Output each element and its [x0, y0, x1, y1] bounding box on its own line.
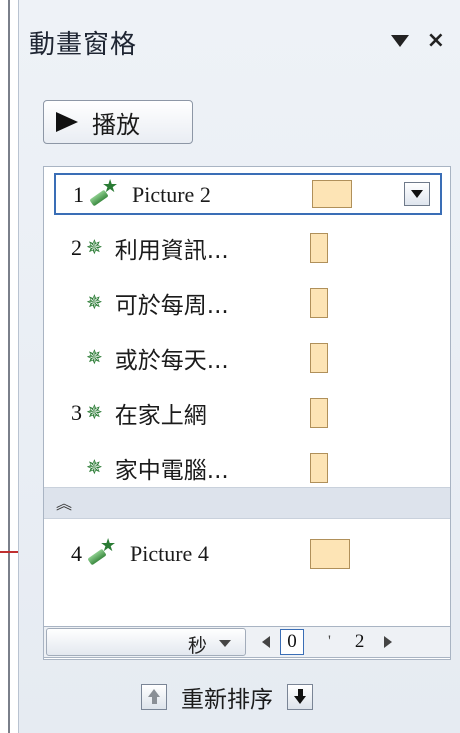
item-label: 家中電腦...: [114, 458, 229, 484]
play-button[interactable]: 播放: [43, 100, 193, 144]
animation-list: 1 ★ Picture 2 2 ✵ 利用資訊... ✵ 可於每周... ✵ 或於…: [43, 166, 451, 660]
pane-title: 動畫窗格: [29, 30, 138, 60]
item-number: 3: [71, 400, 82, 425]
item-label: 利用資訊...: [114, 238, 229, 264]
motion-path-star-icon: ★: [86, 535, 118, 567]
scroll-left-icon[interactable]: [262, 636, 270, 648]
list-item[interactable]: 2 ✵ 利用資訊...: [58, 225, 229, 271]
move-up-button[interactable]: [141, 684, 167, 710]
pane-options-icon[interactable]: [390, 35, 409, 47]
play-icon: [56, 112, 78, 132]
timing-bar[interactable]: [310, 233, 328, 263]
item-label: 可於每周...: [114, 293, 229, 319]
item-label: Picture 2: [132, 182, 211, 207]
close-icon[interactable]: ×: [427, 30, 445, 52]
motion-path-star-icon: ★: [88, 176, 120, 208]
item-dropdown-button[interactable]: [404, 182, 430, 206]
scroll-right-icon[interactable]: [384, 636, 393, 648]
chevron-down-icon: [411, 190, 423, 198]
green-star-icon: ✵: [86, 292, 103, 314]
play-button-label: 播放: [92, 110, 140, 139]
timing-bar[interactable]: [310, 453, 328, 483]
frame-divider: [8, 0, 10, 733]
reorder-controls: 重新排序: [141, 680, 313, 714]
green-star-icon: ✵: [86, 237, 103, 259]
move-down-button[interactable]: [287, 684, 313, 710]
timeline-tick: ': [328, 633, 331, 650]
timeline-bar: 秒 0 ' 2: [43, 626, 451, 658]
list-item[interactable]: ✵ 或於每天...: [58, 335, 229, 381]
list-item[interactable]: 1 ★ Picture 2: [54, 173, 442, 215]
list-item[interactable]: 4 ★ Picture 4: [58, 531, 209, 577]
timing-bar[interactable]: [312, 180, 352, 208]
item-label: 或於每天...: [114, 348, 229, 374]
item-number: 2: [71, 235, 82, 260]
item-number: 4: [71, 541, 82, 566]
green-star-icon: ✵: [86, 347, 103, 369]
green-star-icon: ✵: [86, 402, 103, 424]
item-number: 1: [73, 182, 84, 207]
timing-bar[interactable]: [310, 398, 328, 428]
timeline-end: 2: [354, 631, 365, 652]
timeline-start: 0: [280, 629, 304, 655]
left-frame: [0, 0, 18, 733]
item-label: 在家上網: [114, 403, 207, 429]
animation-pane: 動畫窗格 × 播放 1 ★ Picture 2 2 ✵ 利用資訊... ✵ 可於…: [18, 0, 460, 733]
timing-bar[interactable]: [310, 288, 328, 318]
collapse-chevrons-icon[interactable]: ︽: [56, 490, 72, 514]
timing-bar[interactable]: [310, 539, 350, 569]
list-item[interactable]: ✵ 可於每周...: [58, 280, 229, 326]
collapse-bar[interactable]: ︽: [44, 487, 450, 519]
time-unit-label: 秒: [187, 635, 207, 657]
reorder-label: 重新排序: [181, 687, 273, 713]
time-unit-dropdown[interactable]: 秒: [46, 628, 246, 657]
list-item[interactable]: ✵ 家中電腦...: [58, 445, 229, 491]
list-item[interactable]: 3 ✵ 在家上網: [58, 390, 207, 436]
chevron-down-icon: [219, 640, 231, 647]
green-star-icon: ✵: [86, 457, 103, 479]
item-label: Picture 4: [130, 541, 209, 566]
pane-title-controls: ×: [390, 30, 445, 52]
timing-bar[interactable]: [310, 343, 328, 373]
